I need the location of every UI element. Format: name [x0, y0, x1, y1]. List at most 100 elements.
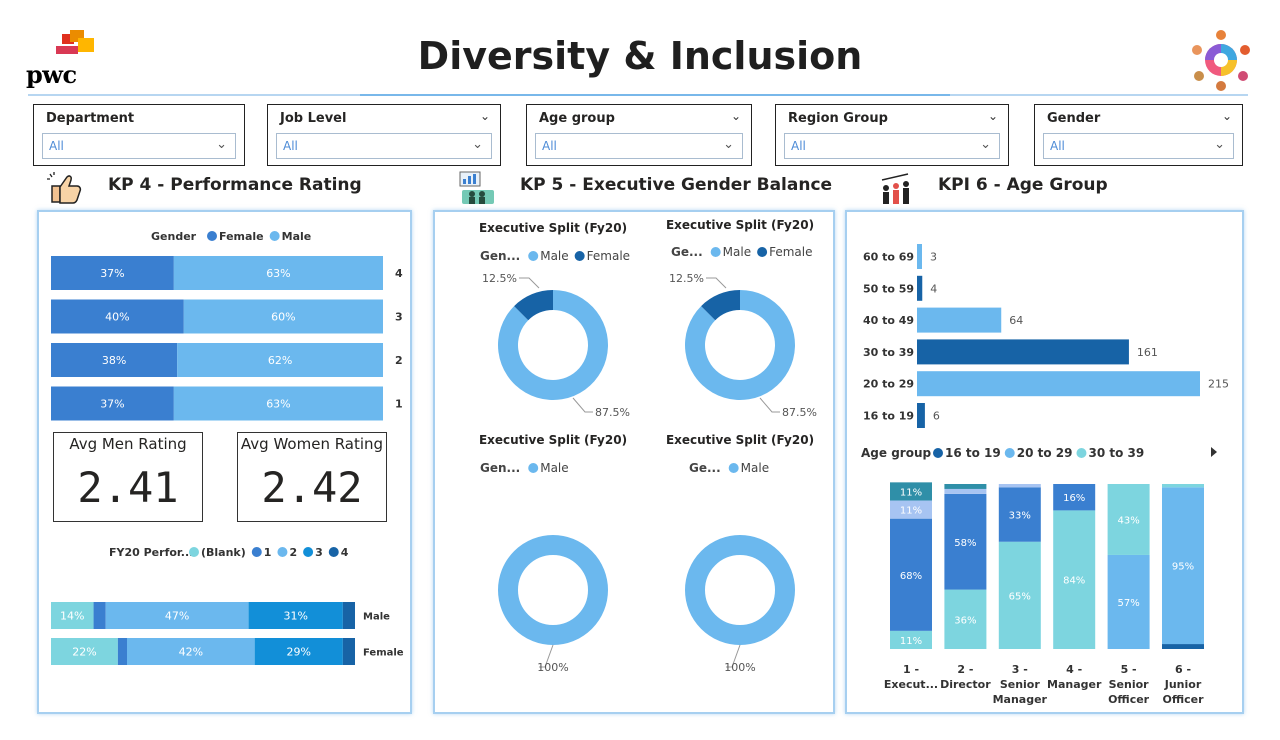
stack-data-label: 16% — [1063, 493, 1085, 504]
stack-data-label: 84% — [1063, 576, 1085, 587]
bar-data-label: 62% — [268, 354, 292, 367]
slice-label: 12.5% — [482, 272, 517, 285]
stack-data-label: 11% — [900, 636, 922, 647]
job-level-label: 1 - — [903, 663, 919, 676]
kpi5-title: KP 5 - Executive Gender Balance — [520, 175, 833, 195]
chevron-down-icon[interactable]: ⌄ — [472, 137, 483, 152]
bar-data-label: 42% — [179, 646, 203, 659]
bar-data-label: 63% — [266, 267, 290, 280]
legend-marker — [710, 247, 721, 257]
legend-item: Male — [540, 249, 568, 263]
fy20-performance-chart[interactable]: FY20 Perfor... (Blank) 1 2 3 4 14% 47% 31% Male 22… — [39, 534, 410, 674]
legend-marker — [328, 547, 339, 557]
job-level-label: Junior — [1164, 678, 1202, 691]
age-bar — [917, 403, 925, 428]
legend-marker — [728, 463, 739, 473]
stack-data-label: 43% — [1117, 515, 1139, 526]
department-dropdown[interactable]: All ⌄ — [42, 133, 236, 159]
chevron-down-icon[interactable]: ⌄ — [216, 137, 227, 152]
donut-slice-male — [498, 535, 608, 645]
legend-item: Male — [741, 461, 769, 475]
age-category-label: 40 to 49 — [863, 314, 914, 327]
legend-item: Male — [540, 461, 568, 475]
kpi4-panel: Gender Female Male 37% 63% 4 40% 60% 3 38% 62% 2 37%… — [37, 210, 412, 714]
legend-marker — [189, 547, 199, 557]
executive-split-charts[interactable]: Executive Split (Fy20) Gen... Male Female 12… — [435, 212, 833, 712]
job-level-label: Manager — [1047, 678, 1102, 691]
chevron-down-icon[interactable]: ⌄ — [988, 109, 998, 123]
avg-women-rating-label: Avg Women Rating — [240, 435, 384, 453]
stack-data-label: 33% — [1009, 511, 1031, 522]
page-title: Diversity & Inclusion — [417, 34, 863, 78]
bar-data-label: 37% — [100, 267, 124, 280]
category-label: 2 — [395, 354, 403, 367]
age-group-people-icon — [881, 173, 909, 204]
age-value-label: 161 — [1137, 346, 1158, 359]
age-group-by-job-level-chart[interactable]: Age group 16 to 19 20 to 29 30 to 39 11% 68% 1… — [847, 437, 1242, 712]
stack-data-label: 58% — [954, 538, 976, 549]
legend-item: Male — [282, 230, 312, 243]
age-category-label: 30 to 39 — [863, 346, 914, 359]
legend-marker — [1076, 448, 1087, 458]
job-level-selected-value: All — [283, 139, 298, 153]
stack-data-label: 68% — [900, 571, 922, 582]
stack-segment — [1162, 484, 1204, 488]
avg-men-rating-value: 2.41 — [77, 463, 179, 512]
title-divider — [360, 94, 950, 96]
legend-marker — [933, 448, 943, 458]
region-group-slicer[interactable]: Region Group ⌄ All ⌄ — [775, 104, 1009, 166]
legend-item: 2 — [289, 546, 297, 559]
job-level-label: Officer — [1162, 693, 1204, 706]
legend-marker — [528, 251, 539, 261]
region-group-slicer-label: Region Group — [788, 111, 888, 126]
chevron-down-icon[interactable]: ⌄ — [723, 137, 734, 152]
chevron-down-icon[interactable]: ⌄ — [1214, 137, 1225, 152]
rating-by-gender-chart[interactable]: Gender Female Male 37% 63% 4 40% 60% 3 38% 62% 2 37%… — [39, 212, 410, 422]
age-group-dropdown[interactable]: All ⌄ — [535, 133, 743, 159]
title-divider-right — [950, 94, 1248, 96]
chevron-down-icon[interactable]: ⌄ — [480, 109, 490, 123]
category-label: 3 — [395, 311, 403, 324]
age-value-label: 6 — [933, 410, 940, 423]
leader-line — [706, 277, 727, 289]
department-slicer[interactable]: Department All ⌄ — [33, 104, 245, 166]
bar-data-label: 63% — [266, 398, 290, 411]
job-level-slicer[interactable]: Job Level ⌄ All ⌄ — [267, 104, 501, 166]
avg-women-rating-value: 2.42 — [261, 463, 363, 512]
leader-line — [759, 397, 780, 413]
job-level-slicer-label: Job Level — [280, 111, 347, 126]
slice-label: 100% — [537, 661, 568, 674]
bar-data-label: 29% — [287, 646, 311, 659]
chevron-down-icon[interactable]: ⌄ — [980, 137, 991, 152]
job-level-label: Officer — [1108, 693, 1150, 706]
legend-marker — [757, 247, 768, 257]
legend-marker — [303, 547, 314, 557]
age-group-count-chart[interactable]: 60 to 69 3 50 to 59 4 40 to 49 64 30 to 39 161 2… — [847, 212, 1242, 437]
bar-segment — [117, 638, 127, 665]
stack-segment — [944, 488, 987, 494]
gender-slicer[interactable]: Gender ⌄ All ⌄ — [1034, 104, 1243, 166]
legend-item: 20 to 29 — [1017, 446, 1073, 460]
gender-dropdown[interactable]: All ⌄ — [1043, 133, 1234, 159]
region-group-dropdown[interactable]: All ⌄ — [784, 133, 1000, 159]
age-group-slicer[interactable]: Age group ⌄ All ⌄ — [526, 104, 752, 166]
chevron-down-icon[interactable]: ⌄ — [1222, 109, 1232, 123]
stack-data-label: 65% — [1009, 591, 1031, 602]
age-bar — [917, 244, 922, 269]
kpi5-panel: Executive Split (Fy20) Gen... Male Female 12… — [433, 210, 835, 714]
legend-item: 4 — [341, 546, 349, 559]
stack-data-label: 57% — [1117, 598, 1139, 609]
leader-line — [519, 277, 540, 289]
age-bar — [917, 371, 1200, 397]
avg-men-rating-label: Avg Men Rating — [69, 435, 187, 453]
age-group-slicer-label: Age group — [539, 111, 615, 126]
slice-label: 87.5% — [595, 406, 630, 419]
bar-segment — [342, 602, 355, 629]
donut-title: Executive Split (Fy20) — [479, 221, 627, 235]
job-level-dropdown[interactable]: All ⌄ — [276, 133, 492, 159]
job-level-label: 3 - — [1012, 663, 1028, 676]
title-divider-left — [28, 94, 360, 96]
bar-data-label: 14% — [60, 610, 84, 623]
stack-data-label: 36% — [954, 615, 976, 626]
chevron-down-icon[interactable]: ⌄ — [731, 109, 741, 123]
